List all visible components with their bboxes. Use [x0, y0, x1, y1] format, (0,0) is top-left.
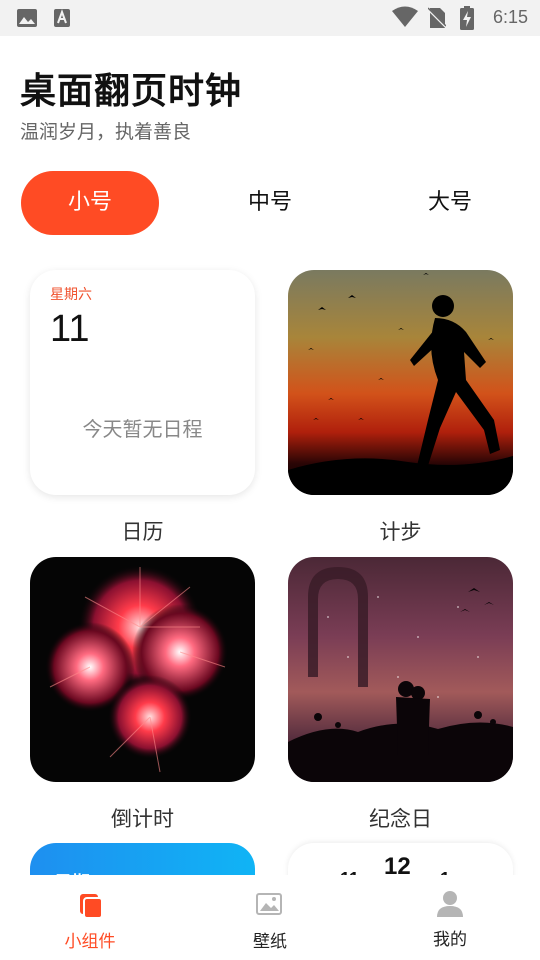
wifi-icon	[392, 6, 418, 32]
image-icon	[16, 8, 38, 32]
anniversary-widget-card[interactable]	[288, 557, 513, 782]
nav-label-wallpaper: 壁纸	[253, 932, 287, 952]
fireworks-image	[45, 565, 228, 773]
tab-small[interactable]: 小号	[21, 171, 159, 235]
image-icon	[256, 893, 282, 919]
countdown-widget-card[interactable]	[30, 557, 255, 782]
runner-silhouette-image	[288, 273, 513, 495]
page-subtitle: 温润岁月，执着善良	[20, 121, 192, 143]
tab-large[interactable]: 大号	[380, 171, 520, 235]
status-bar: 6:15	[0, 0, 540, 36]
nav-item-wallpaper[interactable]: 壁纸	[180, 875, 360, 960]
calendar-empty-text: 今天暂无日程	[82, 417, 203, 441]
couple-silhouette-image	[288, 567, 513, 782]
calendar-day: 11	[50, 308, 90, 350]
no-sim-icon	[427, 7, 447, 33]
nav-item-profile[interactable]: 我的	[360, 875, 540, 960]
nav-label-profile: 我的	[433, 930, 467, 950]
user-icon	[436, 889, 464, 921]
widget-label-calendar: 日历	[121, 520, 164, 544]
widget-icon	[78, 893, 104, 923]
nav-label-widgets: 小组件	[64, 932, 116, 952]
nav-item-widgets[interactable]: 小组件	[0, 875, 180, 960]
widget-label-anniversary: 纪念日	[369, 807, 432, 831]
screen: 6:15 桌面翻页时钟 温润岁月，执着善良 小号 中号 大号 星期六 11 今天…	[0, 0, 540, 960]
tab-medium[interactable]: 中号	[200, 171, 340, 235]
widget-label-countdown: 倒计时	[111, 807, 174, 831]
text-a-icon	[53, 8, 71, 32]
page-title: 桌面翻页时钟	[20, 71, 243, 112]
calendar-widget-card[interactable]: 星期六 11 今天暂无日程	[30, 270, 255, 495]
status-time: 6:15	[492, 7, 528, 27]
widget-label-steps: 计步	[379, 520, 422, 544]
battery-charging-icon	[460, 6, 474, 34]
calendar-weekday: 星期六	[50, 287, 92, 303]
bottom-nav: 小组件 壁纸 我的	[0, 875, 540, 960]
step-widget-card[interactable]	[288, 270, 513, 495]
